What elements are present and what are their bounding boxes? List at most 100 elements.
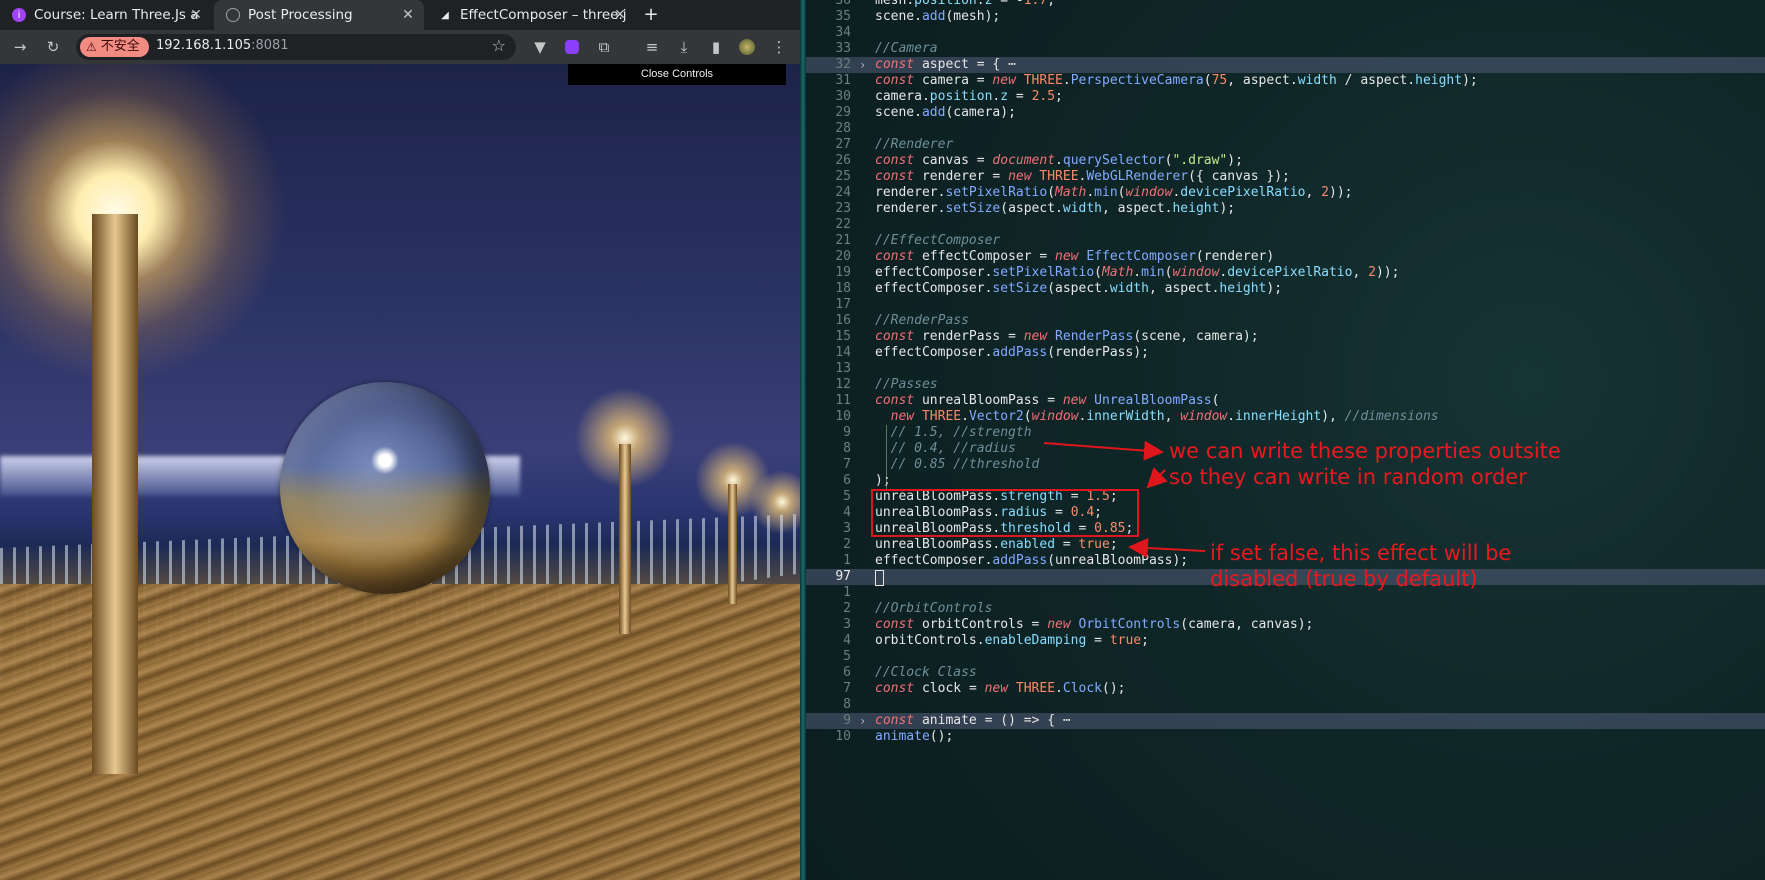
code-text: const aspect = { ⋯ xyxy=(875,57,1016,72)
tab-strip: i Course: Learn Three.Js a ✕ Post Proces… xyxy=(0,0,800,30)
code-line[interactable]: 20 const effectComposer = new EffectCompo… xyxy=(806,249,1765,265)
close-controls-button[interactable]: Close Controls xyxy=(568,64,786,85)
security-warning-chip[interactable]: ⚠ 不安全 xyxy=(80,37,149,57)
line-number: 6 xyxy=(843,665,851,680)
close-tab-icon[interactable]: ✕ xyxy=(400,7,416,23)
code-line[interactable]: 36 mesh.position.z = -1.7; xyxy=(806,0,1765,9)
more-menu-icon[interactable]: ⋮ xyxy=(768,36,790,58)
code-text: effectComposer.addPass(renderPass); xyxy=(875,345,1149,360)
back-icon[interactable]: → xyxy=(9,36,31,58)
line-number: 11 xyxy=(835,393,851,408)
code-line[interactable]: 31 const camera = new THREE.PerspectiveCa… xyxy=(806,73,1765,89)
code-line[interactable]: 21 //EffectComposer xyxy=(806,233,1765,249)
fold-chevron-icon[interactable]: › xyxy=(859,713,866,729)
tab-effectcomposer[interactable]: ◢ EffectComposer – three.j ✕ xyxy=(426,0,636,30)
code-line[interactable]: 30 camera.position.z = 2.5; xyxy=(806,89,1765,105)
code-line[interactable]: 24 renderer.setPixelRatio(Math.min(window… xyxy=(806,185,1765,201)
tab-title: Post Processing xyxy=(248,7,353,23)
code-text: mesh.position.z = -1.7; xyxy=(875,0,1056,8)
code-line[interactable]: 9 › const animate = () => { ⋯ xyxy=(806,713,1765,729)
code-line[interactable]: 10 animate(); xyxy=(806,729,1765,745)
close-tab-icon[interactable]: ✕ xyxy=(188,7,204,23)
url-port: :8081 xyxy=(251,38,289,53)
code-line[interactable]: 19 effectComposer.setPixelRatio(Math.min(… xyxy=(806,265,1765,281)
code-line[interactable]: 35 scene.add(mesh); xyxy=(806,9,1765,25)
code-text: const renderer = new THREE.WebGLRenderer… xyxy=(875,169,1290,184)
star-icon[interactable]: ☆ xyxy=(492,36,506,55)
code-line[interactable]: 27 //Renderer xyxy=(806,137,1765,153)
code-text: const canvas = document.querySelector(".… xyxy=(875,153,1243,168)
code-line[interactable]: 18 effectComposer.setSize(aspect.width, a… xyxy=(806,281,1765,297)
sidepanel-icon[interactable]: ▮ xyxy=(705,36,727,58)
line-number: 33 xyxy=(835,41,851,56)
code-line[interactable]: 33 //Camera xyxy=(806,41,1765,57)
code-line[interactable]: 34 xyxy=(806,25,1765,41)
tab-title: EffectComposer – three.j xyxy=(460,7,627,23)
code-line[interactable]: 32 › const aspect = { ⋯ xyxy=(806,57,1765,73)
code-line[interactable]: 29 scene.add(camera); xyxy=(806,105,1765,121)
code-line[interactable]: 28 xyxy=(806,121,1765,137)
code-line[interactable]: 26 const canvas = document.querySelector(… xyxy=(806,153,1765,169)
code-line[interactable]: 12 //Passes xyxy=(806,377,1765,393)
code-line[interactable]: 2 //OrbitControls xyxy=(806,601,1765,617)
code-text: //Renderer xyxy=(875,137,954,152)
line-number: 8 xyxy=(843,697,851,712)
code-line[interactable]: 3 const orbitControls = new OrbitControls… xyxy=(806,617,1765,633)
address-bar[interactable]: ⚠ 不安全 192.168.1.105:8081 ☆ xyxy=(76,34,516,60)
warning-icon: ⚠ xyxy=(86,40,97,54)
line-number: 7 xyxy=(843,681,851,696)
tab-course[interactable]: i Course: Learn Three.Js a ✕ xyxy=(0,0,212,30)
webgl-canvas[interactable]: Close Controls xyxy=(0,64,800,880)
tab-post-processing[interactable]: Post Processing ✕ xyxy=(214,0,424,30)
code-line[interactable]: 22 xyxy=(806,217,1765,233)
code-text: // 1.5, //strength xyxy=(890,425,1032,440)
line-number: 14 xyxy=(835,345,851,360)
code-text: scene.add(camera); xyxy=(875,105,1016,120)
code-line[interactable]: 16 //RenderPass xyxy=(806,313,1765,329)
tab-title: Course: Learn Three.Js a xyxy=(34,7,199,23)
code-line[interactable]: 15 const renderPass = new RenderPass(scen… xyxy=(806,329,1765,345)
code-line[interactable]: 8 xyxy=(806,697,1765,713)
code-text: //EffectComposer xyxy=(875,233,1001,248)
code-line[interactable]: 17 xyxy=(806,297,1765,313)
code-line[interactable]: 5 xyxy=(806,649,1765,665)
line-number: 27 xyxy=(835,137,851,152)
code-line[interactable]: 14 effectComposer.addPass(renderPass); xyxy=(806,345,1765,361)
extension-shield-icon[interactable] xyxy=(561,36,583,58)
close-tab-icon[interactable]: ✕ xyxy=(612,7,628,23)
code-text: unrealBloomPass.enabled = true; xyxy=(875,537,1118,552)
code-line[interactable]: 4 orbitControls.enableDamping = true; xyxy=(806,633,1765,649)
code-text: const animate = () => { ⋯ xyxy=(875,713,1071,728)
text-cursor xyxy=(875,570,884,586)
line-number: 24 xyxy=(835,185,851,200)
code-text: //Clock Class xyxy=(875,665,977,680)
extension-v-icon[interactable]: ▼ xyxy=(529,36,551,58)
reload-icon[interactable]: ↻ xyxy=(42,36,64,58)
profile-avatar[interactable] xyxy=(736,36,758,58)
code-line[interactable]: 7 const clock = new THREE.Clock(); xyxy=(806,681,1765,697)
line-number: 25 xyxy=(835,169,851,184)
code-text: renderer.setSize(aspect.width, aspect.he… xyxy=(875,201,1236,216)
code-text: effectComposer.setPixelRatio(Math.min(wi… xyxy=(875,265,1400,280)
code-text: //Camera xyxy=(875,41,938,56)
code-line[interactable]: 25 const renderer = new THREE.WebGLRender… xyxy=(806,169,1765,185)
download-icon[interactable]: ⤓ xyxy=(673,36,695,58)
code-line[interactable]: 13 xyxy=(806,361,1765,377)
code-line[interactable]: 23 renderer.setSize(aspect.width, aspect.… xyxy=(806,201,1765,217)
url-text: 192.168.1.105:8081 xyxy=(156,38,289,53)
extensions-puzzle-icon[interactable]: ⧉ xyxy=(593,36,615,58)
line-number: 13 xyxy=(835,361,851,376)
media-icon[interactable]: ≡ xyxy=(641,36,663,58)
fold-chevron-icon[interactable]: › xyxy=(859,57,866,73)
code-text: effectComposer.addPass(unrealBloomPass); xyxy=(875,553,1189,568)
line-number: 9 xyxy=(843,713,851,728)
course-icon: i xyxy=(12,8,26,22)
line-number: 20 xyxy=(835,249,851,264)
code-line[interactable]: 10 new THREE.Vector2(window.innerWidth, … xyxy=(806,409,1765,425)
line-number: 23 xyxy=(835,201,851,216)
line-number: 30 xyxy=(835,89,851,104)
code-line[interactable]: 11 const unrealBloomPass = new UnrealBloo… xyxy=(806,393,1765,409)
new-tab-button[interactable]: + xyxy=(640,4,662,26)
code-line[interactable]: 6 //Clock Class xyxy=(806,665,1765,681)
line-number: 28 xyxy=(835,121,851,136)
